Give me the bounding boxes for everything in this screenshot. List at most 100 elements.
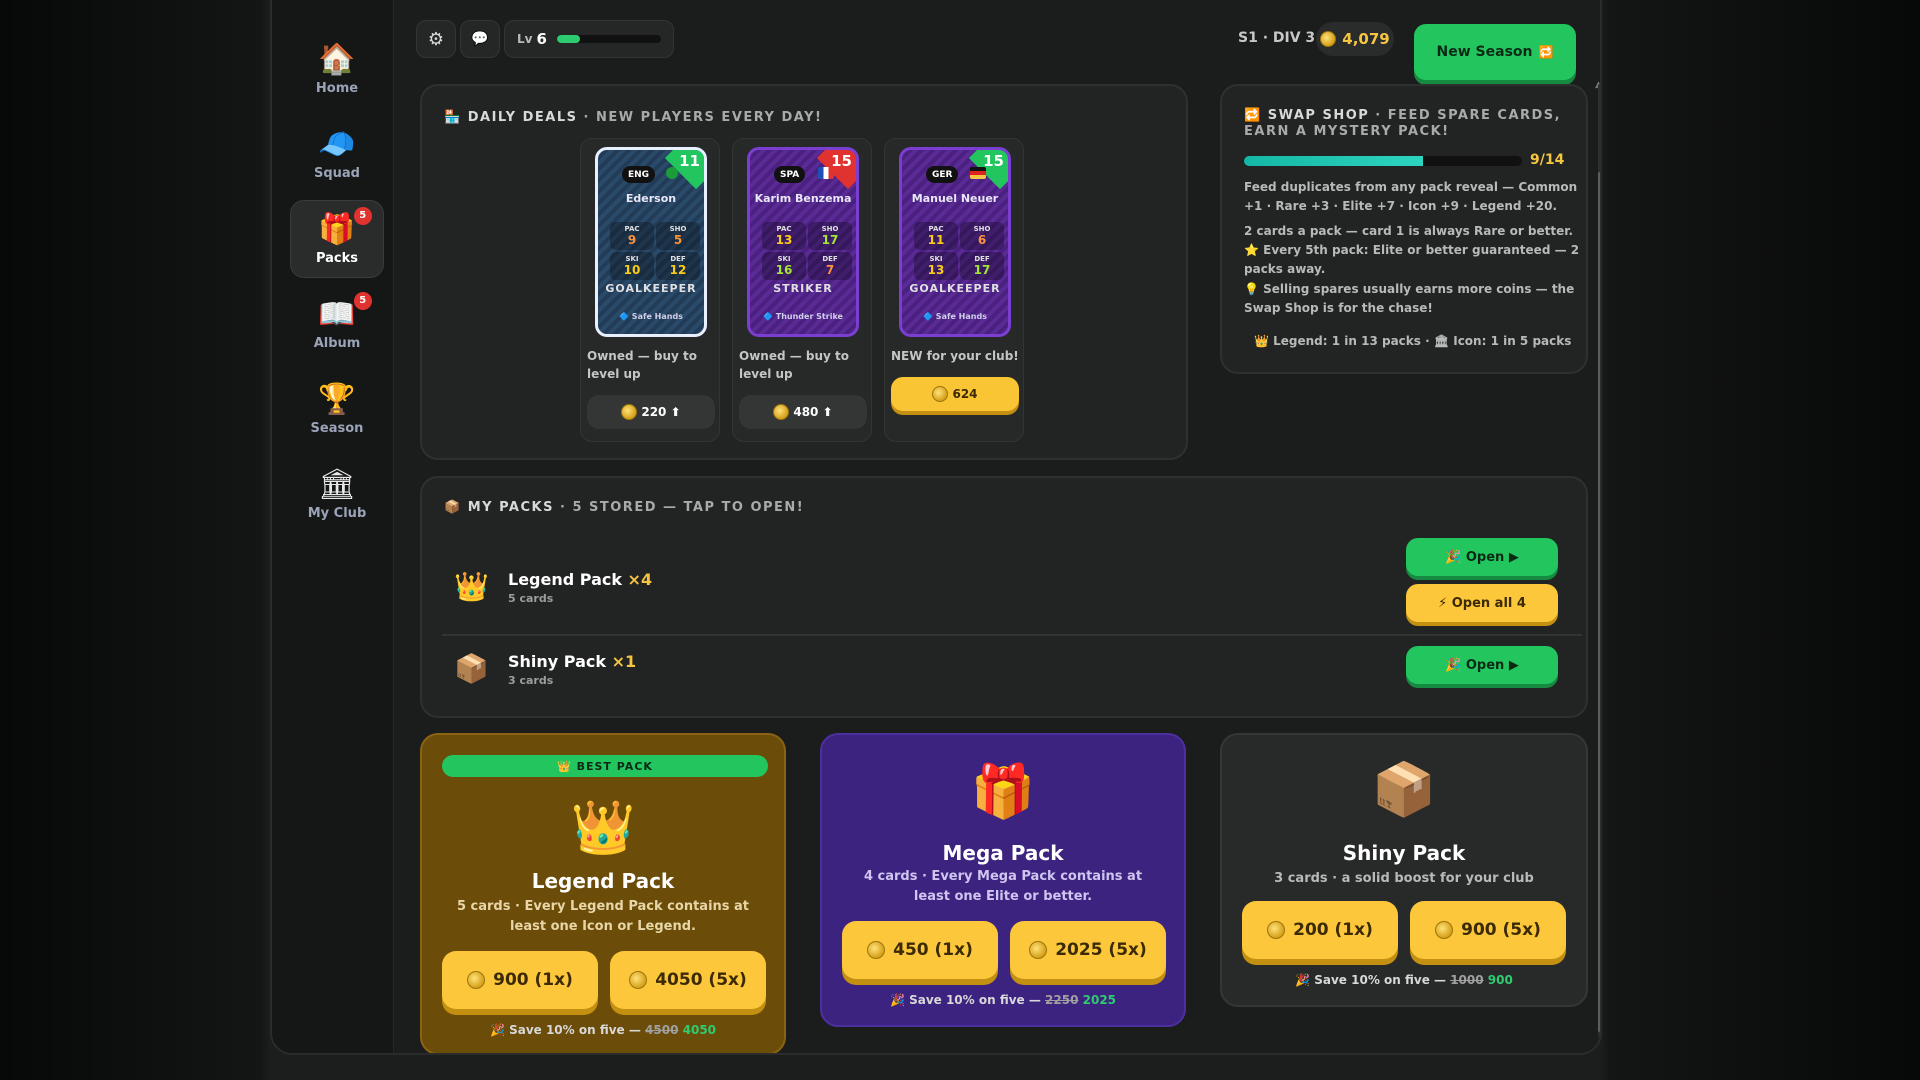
- new-season-button[interactable]: New Season 🔁: [1414, 24, 1576, 80]
- club-building-icon: 🏛: [317, 466, 357, 502]
- player-nation: ENG: [622, 166, 656, 183]
- deal-status-caption: NEW for your club!: [891, 349, 1019, 363]
- bulk-discount-note: 🎉 Save 10% on five — 1000 900: [1295, 973, 1513, 987]
- sidebar-item-home[interactable]: 🏠 Home: [290, 30, 384, 108]
- pack-description: 4 cards · Every Mega Pack contains at le…: [863, 869, 1143, 904]
- daily-deal-slot: 15 GER Manuel Neuer PAC 11 SHO 6 SKI 13 DEF 17 GOAL…: [884, 138, 1024, 442]
- stat-label: DEF: [822, 255, 838, 263]
- sidebar-item-label: Packs: [315, 250, 359, 266]
- sidebar-item-label: My Club: [307, 505, 367, 521]
- price-label: 624: [952, 387, 978, 401]
- sidebar-item-season[interactable]: 🏆 Season: [290, 370, 384, 448]
- coin-icon: [1267, 921, 1286, 939]
- buy-1x-button[interactable]: 900 (1x): [442, 951, 598, 1009]
- sidebar-item-label: Squad: [313, 165, 360, 181]
- level-indicator: Lv 6: [504, 20, 674, 58]
- cap-icon: 🧢: [318, 126, 356, 162]
- stored-pack-count: ×1: [606, 652, 637, 671]
- stat-label: DEF: [974, 255, 990, 263]
- player-name: Manuel Neuer: [911, 192, 999, 205]
- stat-label: PAC: [624, 225, 640, 233]
- stat-label: SKI: [625, 255, 639, 263]
- stat-label: DEF: [670, 255, 686, 263]
- player-card[interactable]: 15 GER Manuel Neuer PAC 11 SHO 6 SKI 13 DEF 17 GOAL…: [899, 147, 1011, 337]
- stored-pack-row: 📦 Shiny Pack ×1 3 cards 🎉 Open ▶: [442, 642, 1600, 702]
- buy-5x-label: 900 (5x): [1461, 920, 1541, 940]
- player-stat: SHO 6: [960, 222, 1004, 250]
- shop-icon: 🏪: [444, 110, 462, 125]
- player-position: GOALKEEPER: [605, 282, 697, 295]
- open-all-button[interactable]: ⚡ Open all 4: [1406, 584, 1558, 622]
- box-icon: 📦: [454, 652, 489, 685]
- trophy-icon: 🏆: [318, 381, 356, 417]
- coin-icon: [932, 386, 949, 402]
- player-rating: 11: [679, 152, 700, 170]
- daily-deals-title: 🏪 DAILY DEALS · NEW PLAYERS EVERY DAY!: [444, 110, 823, 125]
- player-stat: PAC 11: [914, 222, 958, 250]
- bulk-discount-note: 🎉 Save 10% on five — 2250 2025: [889, 993, 1117, 1007]
- sidebar-item-packs[interactable]: 🎁 5 Packs: [290, 200, 384, 278]
- sidebar-item-album[interactable]: 📖 5 Album: [290, 285, 384, 363]
- open-pack-button[interactable]: 🎉 Open ▶: [1406, 538, 1558, 576]
- germany-flag-icon: [970, 167, 986, 179]
- price-label: 480 ⬆: [793, 405, 833, 419]
- notification-badge: 5: [353, 291, 372, 310]
- stat-label: SHO: [669, 225, 687, 233]
- notification-badge: 5: [353, 206, 372, 225]
- sidebar-item-squad[interactable]: 🧢 Squad: [290, 115, 384, 193]
- player-card[interactable]: 15 SPA Karim Benzema PAC 13 SHO 17 SKI 16 DEF 7 STR…: [747, 147, 859, 337]
- sidebar-item-my-club[interactable]: 🏛 My Club: [290, 455, 384, 533]
- player-rating: 15: [983, 152, 1004, 170]
- player-stat: PAC 13: [762, 222, 806, 250]
- stat-label: SHO: [821, 225, 839, 233]
- legend-pack-offer: 👑 BEST PACK 👑 Legend Pack 5 cards · Ever…: [420, 733, 786, 1053]
- brazil-flag-icon: [666, 167, 678, 179]
- game-window: 🏠 Home 🧢 Squad 🎁 5 Packs 📖 5 Album 🏆 Seaso…: [270, 0, 1602, 1055]
- player-stat: PAC 9: [610, 222, 654, 250]
- stored-pack-row: 👑 Legend Pack ×4 5 cards 🎉 Open ▶ ⚡ Open…: [442, 538, 1600, 634]
- player-nation: SPA: [774, 166, 806, 183]
- buy-player-button[interactable]: 480 ⬆: [739, 395, 867, 429]
- best-pack-banner: 👑 BEST PACK: [442, 755, 768, 777]
- player-card[interactable]: 11 ENG Ederson PAC 9 SHO 5 SKI 10 DEF 12 GOALKEEPER…: [595, 147, 707, 337]
- stat-value: 13: [775, 233, 793, 247]
- sidebar-item-label: Season: [310, 420, 364, 436]
- coin-icon: [1029, 941, 1048, 959]
- buy-5x-button[interactable]: 4050 (5x): [610, 951, 766, 1009]
- stat-value: 17: [821, 233, 839, 247]
- stat-value: 5: [673, 233, 683, 247]
- repeat-icon: 🔁: [1538, 45, 1554, 59]
- buy-5x-button[interactable]: 900 (5x): [1410, 901, 1566, 959]
- new-season-label: New Season: [1436, 44, 1533, 60]
- xp-progress-fill: [556, 35, 580, 43]
- player-rating: 15: [831, 152, 852, 170]
- coin-icon: [629, 971, 648, 989]
- buy-player-button[interactable]: 220 ⬆: [587, 395, 715, 429]
- buy-5x-button[interactable]: 2025 (5x): [1010, 921, 1166, 979]
- sidebar-item-label: Home: [315, 80, 359, 96]
- gift-icon: 🎁: [970, 762, 1036, 822]
- buy-1x-button[interactable]: 200 (1x): [1242, 901, 1398, 959]
- buy-player-button[interactable]: 624: [891, 377, 1019, 411]
- player-trait: 🔷 Thunder Strike: [763, 312, 843, 321]
- player-stat: SKI 16: [762, 252, 806, 280]
- sidebar-item-label: Album: [313, 335, 361, 351]
- settings-button[interactable]: ⚙: [416, 20, 456, 58]
- bulk-discount-note: 🎉 Save 10% on five — 4500 4050: [489, 1023, 717, 1037]
- player-name: Ederson: [625, 192, 677, 205]
- coin-icon: [467, 971, 486, 989]
- player-name: Karim Benzema: [754, 192, 852, 205]
- buy-1x-button[interactable]: 450 (1x): [842, 921, 998, 979]
- open-pack-button[interactable]: 🎉 Open ▶: [1406, 646, 1558, 684]
- stat-label: PAC: [776, 225, 792, 233]
- chat-button[interactable]: 💬: [460, 20, 500, 58]
- stat-value: 13: [927, 263, 945, 277]
- player-stat: DEF 17: [960, 252, 1004, 280]
- mega-pack-offer: 🎁 Mega Pack 4 cards · Every Mega Pack co…: [820, 733, 1186, 1027]
- pack-name: Legend Pack: [531, 869, 675, 893]
- buy-5x-label: 2025 (5x): [1055, 940, 1147, 960]
- stat-value: 16: [775, 263, 793, 277]
- swap-shop-panel: 🔁 SWAP SHOP · FEED SPARE CARDS, EARN A M…: [1220, 84, 1588, 374]
- daily-deal-slot: 15 SPA Karim Benzema PAC 13 SHO 17 SKI 16 DEF 7 STR…: [732, 138, 872, 442]
- pack-name: Mega Pack: [942, 841, 1064, 865]
